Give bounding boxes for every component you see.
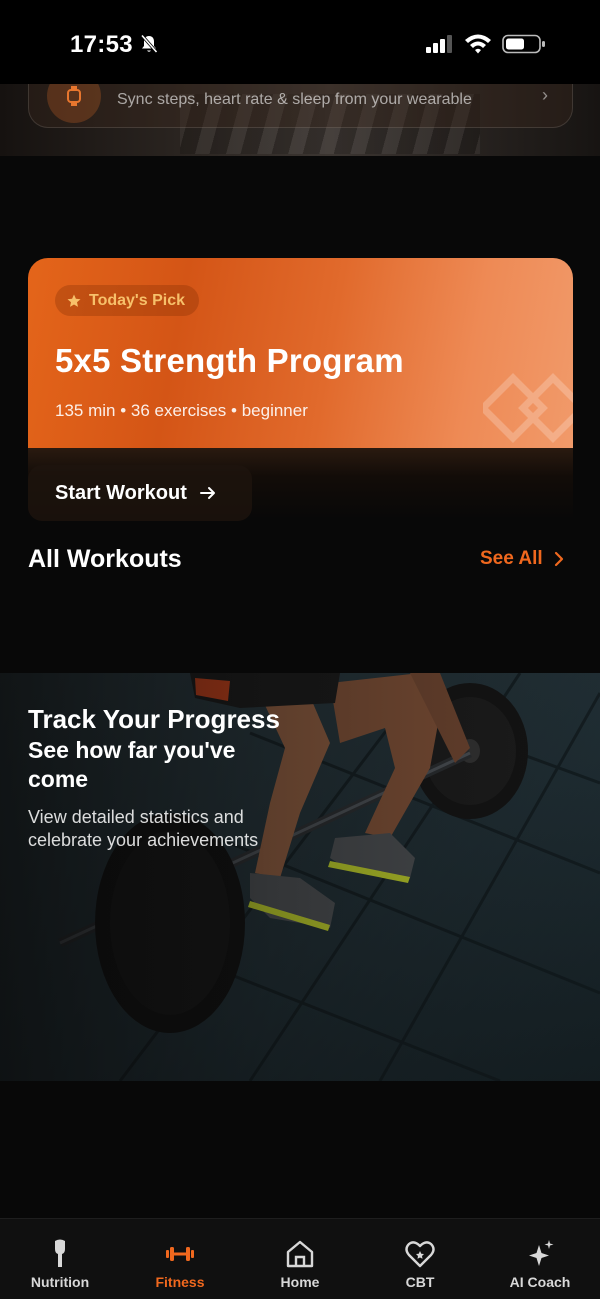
tab-nutrition[interactable]: Nutrition: [0, 1219, 120, 1299]
wifi-icon: [465, 34, 491, 54]
progress-description: View detailed statistics and celebrate y…: [28, 807, 259, 850]
tab-cbt[interactable]: CBT: [360, 1219, 480, 1299]
sync-wearable-banner: Sync steps, heart rate & sleep from your…: [0, 84, 600, 156]
heart-icon: [405, 1241, 435, 1268]
status-time: 17:53: [70, 31, 133, 58]
status-bar: 17:53: [0, 0, 600, 84]
tab-label: Home: [280, 1274, 320, 1290]
chevron-right-icon: [554, 551, 563, 567]
watch-icon: [47, 84, 101, 123]
cellular-signal-icon: [426, 35, 452, 53]
start-workout-button[interactable]: Start Workout: [28, 465, 252, 521]
nutrition-icon: [55, 1239, 65, 1267]
badge-label: Today's Pick: [89, 291, 185, 309]
star-icon: [67, 294, 81, 307]
sync-description: Sync steps, heart rate & sleep from your…: [117, 91, 472, 108]
home-icon: [286, 1240, 314, 1268]
chevron-right-icon: ›: [542, 85, 548, 105]
fitness-screen: 17:53 Sync steps, heart rate & sleep fro…: [0, 0, 600, 1299]
battery-icon: [502, 34, 545, 54]
tab-label: AI Coach: [509, 1274, 571, 1290]
tab-fitness[interactable]: Fitness: [120, 1219, 240, 1299]
todays-pick-card[interactable]: Today's Pick 5x5 Strength Program 135 mi…: [28, 258, 573, 448]
sync-wearable-card[interactable]: Sync steps, heart rate & sleep from your…: [28, 84, 573, 128]
progress-subtitle: See how far you've come: [28, 737, 236, 792]
tab-label: CBT: [405, 1274, 435, 1290]
tab-label: Nutrition: [30, 1274, 90, 1290]
arrow-right-icon: [199, 487, 215, 499]
workout-meta: 135 min • 36 exercises • beginner: [55, 401, 308, 420]
workout-title: 5x5 Strength Program: [55, 342, 404, 379]
progress-title: Track Your Progress: [28, 704, 280, 734]
tab-home[interactable]: Home: [240, 1219, 360, 1299]
tab-bar: Nutrition Fitness Home CBT AI Coach: [0, 1218, 600, 1299]
start-workout-label: Start Workout: [55, 481, 187, 504]
tab-ai-coach[interactable]: AI Coach: [480, 1219, 600, 1299]
dumbbell-icon: [166, 1247, 194, 1261]
pattern-decoration-icon: [483, 373, 573, 443]
tab-label: Fitness: [155, 1274, 205, 1290]
sparkles-icon: [529, 1240, 554, 1266]
bell-muted-icon: [140, 34, 158, 54]
track-progress-banner[interactable]: Track Your Progress See how far you've c…: [0, 673, 600, 1081]
see-all-button[interactable]: See All: [480, 548, 565, 570]
all-workouts-title: All Workouts: [28, 545, 182, 573]
see-all-label: See All: [480, 548, 543, 569]
todays-pick-badge: Today's Pick: [55, 285, 199, 316]
